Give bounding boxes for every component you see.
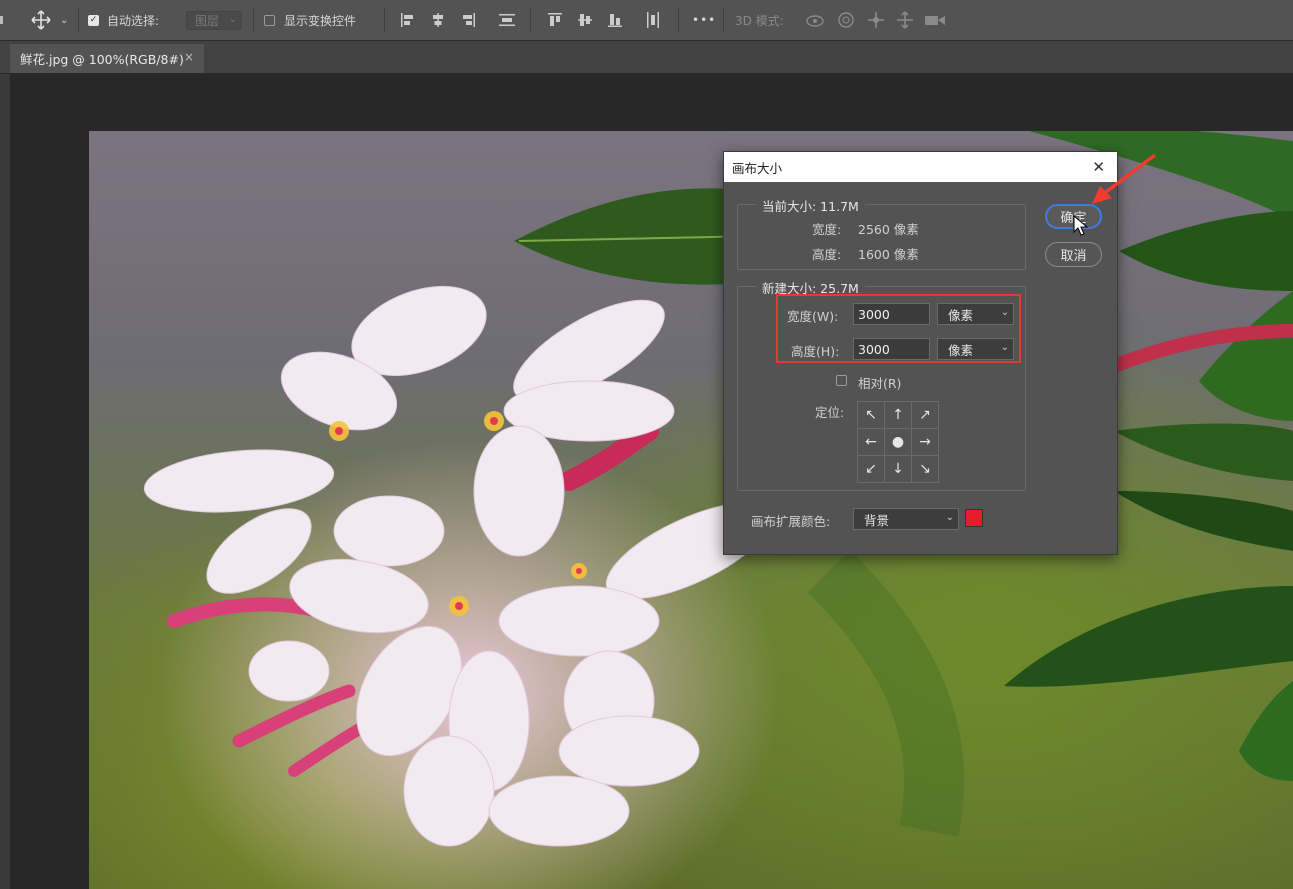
show-transform-label: 显示变换控件 <box>284 13 357 28</box>
anchor-bottom-arrow-icon[interactable]: ↓ <box>885 456 911 482</box>
anchor-left-arrow-icon[interactable]: ← <box>858 429 884 455</box>
canvas-extension-color-select[interactable]: 背景 ⌄ <box>853 508 959 530</box>
document-tab-title: 鲜花.jpg @ 100%(RGB/8#) <box>20 52 184 67</box>
dialog-title: 画布大小 <box>732 160 783 176</box>
distribute-vertical-icon[interactable] <box>498 0 516 40</box>
current-width-label: 宽度: <box>812 222 842 237</box>
dialog-title-bar[interactable]: 画布大小 ✕ <box>724 152 1117 182</box>
move-tool-icon[interactable] <box>30 0 52 40</box>
current-width-value: 2560 像素 <box>858 222 919 237</box>
left-panel-edge <box>0 74 10 889</box>
3d-mode-label: 3D 模式: <box>735 13 784 28</box>
align-left-edges-icon[interactable] <box>400 0 416 40</box>
relative-label: 相对(R) <box>858 376 902 391</box>
anchor-label: 定位: <box>815 405 845 420</box>
3d-slide-icon[interactable] <box>895 0 915 40</box>
anchor-bottom-right-arrow-icon[interactable]: ↘ <box>912 456 938 482</box>
3d-drag-icon[interactable] <box>866 0 886 40</box>
canvas-extension-color-value: 背景 <box>864 512 890 528</box>
show-transform-checkbox[interactable] <box>264 0 275 40</box>
document-tab-bar: 鲜花.jpg @ 100%(RGB/8#) × <box>0 41 1293 74</box>
anchor-center-dot-icon[interactable]: ● <box>885 429 911 455</box>
separator <box>678 8 679 32</box>
current-size-title: 当前大小: 11.7M <box>756 196 865 215</box>
anchor-right-arrow-icon[interactable]: → <box>912 429 938 455</box>
align-right-edges-icon[interactable] <box>460 0 476 40</box>
new-height-input[interactable]: 3000 <box>853 338 930 360</box>
align-top-edges-icon[interactable] <box>547 0 563 40</box>
current-height-label: 高度: <box>812 247 842 262</box>
document-tab[interactable]: 鲜花.jpg @ 100%(RGB/8#) × <box>10 44 204 73</box>
anchor-top-right-arrow-icon[interactable]: ↗ <box>912 402 938 428</box>
auto-select-target-value: 图层 <box>195 14 220 28</box>
more-options-icon[interactable]: ••• <box>692 0 716 40</box>
new-width-label: 宽度(W): <box>787 309 839 324</box>
close-tab-icon[interactable]: × <box>184 50 194 64</box>
mouse-cursor-icon <box>1073 215 1089 236</box>
new-width-unit-select[interactable]: 像素 ⌄ <box>937 303 1014 325</box>
separator <box>78 8 79 32</box>
new-width-unit-value: 像素 <box>948 307 974 323</box>
relative-checkbox[interactable] <box>836 375 847 386</box>
anchor-grid: ↖ ↑ ↗ ← ● → ↙ ↓ ↘ <box>857 401 939 483</box>
anchor-bottom-left-arrow-icon[interactable]: ↙ <box>858 456 884 482</box>
annotation-arrow-icon <box>1092 153 1157 204</box>
auto-select-label: 自动选择: <box>107 13 160 28</box>
distribute-horizontal-icon[interactable] <box>645 0 661 40</box>
new-height-unit-value: 像素 <box>948 342 974 358</box>
align-horizontal-centers-icon[interactable] <box>430 0 446 40</box>
chevron-down-icon: ⌄ <box>1000 307 1009 318</box>
canvas-extension-color-label: 画布扩展颜色: <box>751 514 831 529</box>
separator <box>253 8 254 32</box>
options-bar: ⌄ 自动选择: 图层 ⌄ 显示变换控件 ••• 3D 模式: <box>0 0 1293 41</box>
chevron-down-icon: ⌄ <box>1000 342 1009 353</box>
anchor-top-arrow-icon[interactable]: ↑ <box>885 402 911 428</box>
chevron-down-icon: ⌄ <box>945 512 954 523</box>
align-bottom-edges-icon[interactable] <box>607 0 623 40</box>
anchor-top-left-arrow-icon[interactable]: ↖ <box>858 402 884 428</box>
home-edge-icon[interactable] <box>0 0 6 40</box>
separator <box>723 8 724 32</box>
new-height-label: 高度(H): <box>791 344 840 359</box>
3d-scale-camera-icon[interactable] <box>924 0 946 40</box>
current-height-value: 1600 像素 <box>858 247 919 262</box>
extension-color-swatch[interactable] <box>965 509 983 527</box>
new-height-unit-select[interactable]: 像素 ⌄ <box>937 338 1014 360</box>
3d-orbit-icon[interactable] <box>805 0 825 40</box>
auto-select-target-select[interactable]: 图层 ⌄ <box>186 11 242 30</box>
new-width-input[interactable]: 3000 <box>853 303 930 325</box>
auto-select-checkbox[interactable] <box>88 0 99 40</box>
move-tool-dropdown-chevron-icon[interactable]: ⌄ <box>60 0 68 40</box>
new-size-title: 新建大小: 25.7M <box>756 278 865 297</box>
3d-roll-icon[interactable] <box>836 0 856 40</box>
separator <box>530 8 531 32</box>
chevron-down-icon: ⌄ <box>228 14 237 25</box>
align-vertical-centers-icon[interactable] <box>577 0 593 40</box>
canvas-size-dialog: 画布大小 ✕ 当前大小: 11.7M 宽度: 2560 像素 高度: 1600 … <box>723 151 1118 555</box>
separator <box>384 8 385 32</box>
cancel-button[interactable]: 取消 <box>1045 242 1102 267</box>
